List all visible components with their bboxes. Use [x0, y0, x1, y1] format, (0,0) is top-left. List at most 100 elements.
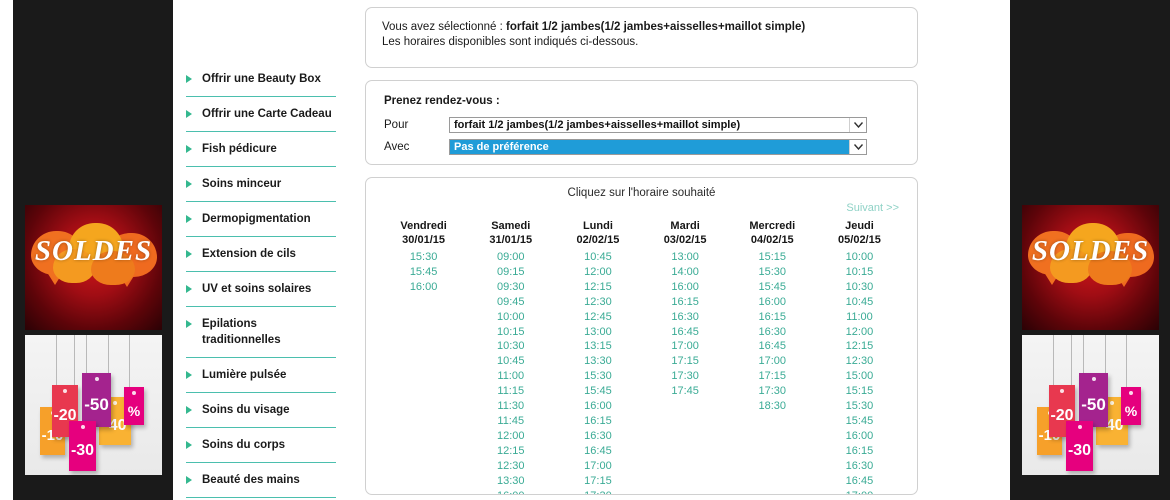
- time-slot[interactable]: 17:00: [816, 489, 903, 495]
- time-slot[interactable]: 10:30: [467, 339, 554, 354]
- time-slot[interactable]: 12:00: [816, 325, 903, 340]
- slots-column: Samedi 31/01/15 09:00 09:15 09:30 09:45 10:00 1…: [467, 219, 554, 495]
- sidebar-item[interactable]: Soins du corps: [186, 428, 336, 463]
- time-slot[interactable]: 12:00: [467, 429, 554, 444]
- arrow-right-icon: [186, 320, 192, 328]
- sidebar-item[interactable]: Lumière pulsée: [186, 358, 336, 393]
- sidebar-item[interactable]: Fish pédicure: [186, 132, 336, 167]
- time-slot[interactable]: 16:00: [554, 399, 641, 414]
- time-slot[interactable]: 12:45: [554, 310, 641, 325]
- time-slot[interactable]: 16:15: [816, 444, 903, 459]
- time-slot[interactable]: 13:00: [642, 250, 729, 265]
- time-slot[interactable]: 16:15: [642, 295, 729, 310]
- column-date: 31/01/15: [489, 234, 533, 246]
- time-slot[interactable]: 11:00: [816, 310, 903, 325]
- time-slot[interactable]: 16:45: [816, 474, 903, 489]
- chevron-down-icon[interactable]: [849, 140, 866, 154]
- time-slot[interactable]: 16:00: [642, 280, 729, 295]
- time-slot[interactable]: 17:30: [554, 489, 641, 495]
- right-discount-tags-banner[interactable]: -10 -20 -40 -50 % -30: [1022, 335, 1159, 475]
- left-soldes-banner[interactable]: SOLDES: [25, 205, 162, 330]
- time-slot[interactable]: 15:15: [729, 250, 816, 265]
- time-slot[interactable]: 13:15: [554, 339, 641, 354]
- time-slot[interactable]: 10:45: [467, 354, 554, 369]
- sidebar-item[interactable]: Offrir une Carte Cadeau: [186, 97, 336, 132]
- time-slot[interactable]: 16:30: [554, 429, 641, 444]
- time-slot[interactable]: 16:30: [729, 325, 816, 340]
- time-slot[interactable]: 15:30: [380, 250, 467, 265]
- time-slot[interactable]: 16:00: [380, 280, 467, 295]
- time-slot[interactable]: 11:45: [467, 414, 554, 429]
- time-slot[interactable]: 15:15: [816, 384, 903, 399]
- time-slot[interactable]: 16:30: [642, 310, 729, 325]
- time-slot[interactable]: 15:00: [816, 369, 903, 384]
- time-slot[interactable]: 10:00: [816, 250, 903, 265]
- time-slot[interactable]: 17:15: [642, 354, 729, 369]
- time-slot[interactable]: 12:15: [816, 339, 903, 354]
- time-slot[interactable]: 17:30: [729, 384, 816, 399]
- time-slot[interactable]: 15:45: [554, 384, 641, 399]
- time-slot[interactable]: 10:15: [467, 325, 554, 340]
- time-slot[interactable]: 10:30: [816, 280, 903, 295]
- time-slot[interactable]: 16:30: [816, 459, 903, 474]
- time-slot[interactable]: 16:00: [729, 295, 816, 310]
- time-slot[interactable]: 09:45: [467, 295, 554, 310]
- time-slot[interactable]: 15:45: [729, 280, 816, 295]
- time-slot[interactable]: 17:45: [642, 384, 729, 399]
- time-slot[interactable]: 16:45: [642, 325, 729, 340]
- time-slot[interactable]: 16:45: [554, 444, 641, 459]
- time-slot[interactable]: 12:15: [554, 280, 641, 295]
- time-slot[interactable]: 15:30: [729, 265, 816, 280]
- sidebar-item[interactable]: UV et soins solaires: [186, 272, 336, 307]
- time-slot[interactable]: 12:00: [554, 265, 641, 280]
- time-slot[interactable]: 17:30: [642, 369, 729, 384]
- time-slot[interactable]: 17:15: [554, 474, 641, 489]
- sidebar-item[interactable]: Dermopigmentation: [186, 202, 336, 237]
- sidebar-item[interactable]: Offrir une Beauty Box: [186, 62, 336, 97]
- left-discount-tags-banner[interactable]: -10 -20 -40 -50 % -30: [25, 335, 162, 475]
- time-slot[interactable]: 16:15: [729, 310, 816, 325]
- time-slot[interactable]: 13:00: [554, 325, 641, 340]
- time-slot[interactable]: 11:15: [467, 384, 554, 399]
- time-slot[interactable]: 18:30: [729, 399, 816, 414]
- chevron-down-icon[interactable]: [849, 118, 866, 132]
- time-slot[interactable]: 10:00: [467, 310, 554, 325]
- time-slot[interactable]: 10:45: [554, 250, 641, 265]
- sidebar-item[interactable]: Extension de cils: [186, 237, 336, 272]
- sidebar-item[interactable]: Beauté des mains: [186, 463, 336, 498]
- time-slot[interactable]: 09:15: [467, 265, 554, 280]
- time-slot[interactable]: 15:45: [380, 265, 467, 280]
- column-date: 03/02/15: [663, 234, 707, 246]
- time-slot[interactable]: 12:15: [467, 444, 554, 459]
- time-slot[interactable]: 16:45: [729, 339, 816, 354]
- time-slot[interactable]: 11:30: [467, 399, 554, 414]
- time-slot[interactable]: 13:30: [467, 474, 554, 489]
- time-slot[interactable]: 09:30: [467, 280, 554, 295]
- time-slot[interactable]: 10:15: [816, 265, 903, 280]
- time-slot[interactable]: 15:45: [816, 414, 903, 429]
- person-select[interactable]: Pas de préférence: [449, 139, 867, 155]
- time-slot[interactable]: 11:00: [467, 369, 554, 384]
- time-slot[interactable]: 12:30: [816, 354, 903, 369]
- service-select[interactable]: forfait 1/2 jambes(1/2 jambes+aisselles+…: [449, 117, 867, 133]
- time-slot[interactable]: 17:15: [729, 369, 816, 384]
- sidebar-item[interactable]: Soins du visage: [186, 393, 336, 428]
- time-slot[interactable]: 16:15: [554, 414, 641, 429]
- time-slot[interactable]: 15:30: [554, 369, 641, 384]
- sidebar-item[interactable]: Soins minceur: [186, 167, 336, 202]
- time-slot[interactable]: 17:00: [642, 339, 729, 354]
- time-slot[interactable]: 14:00: [642, 265, 729, 280]
- next-week-link[interactable]: Suivant >>: [366, 201, 917, 216]
- sidebar-item[interactable]: Epilations traditionnelles: [186, 307, 336, 358]
- time-slot[interactable]: 16:00: [816, 429, 903, 444]
- time-slot[interactable]: 13:30: [554, 354, 641, 369]
- time-slot[interactable]: 09:00: [467, 250, 554, 265]
- right-soldes-banner[interactable]: SOLDES: [1022, 205, 1159, 330]
- time-slot[interactable]: 17:00: [729, 354, 816, 369]
- time-slot[interactable]: 10:45: [816, 295, 903, 310]
- time-slot[interactable]: 12:30: [467, 459, 554, 474]
- time-slot[interactable]: 17:00: [554, 459, 641, 474]
- time-slot[interactable]: 15:30: [816, 399, 903, 414]
- time-slot[interactable]: 16:00: [467, 489, 554, 495]
- time-slot[interactable]: 12:30: [554, 295, 641, 310]
